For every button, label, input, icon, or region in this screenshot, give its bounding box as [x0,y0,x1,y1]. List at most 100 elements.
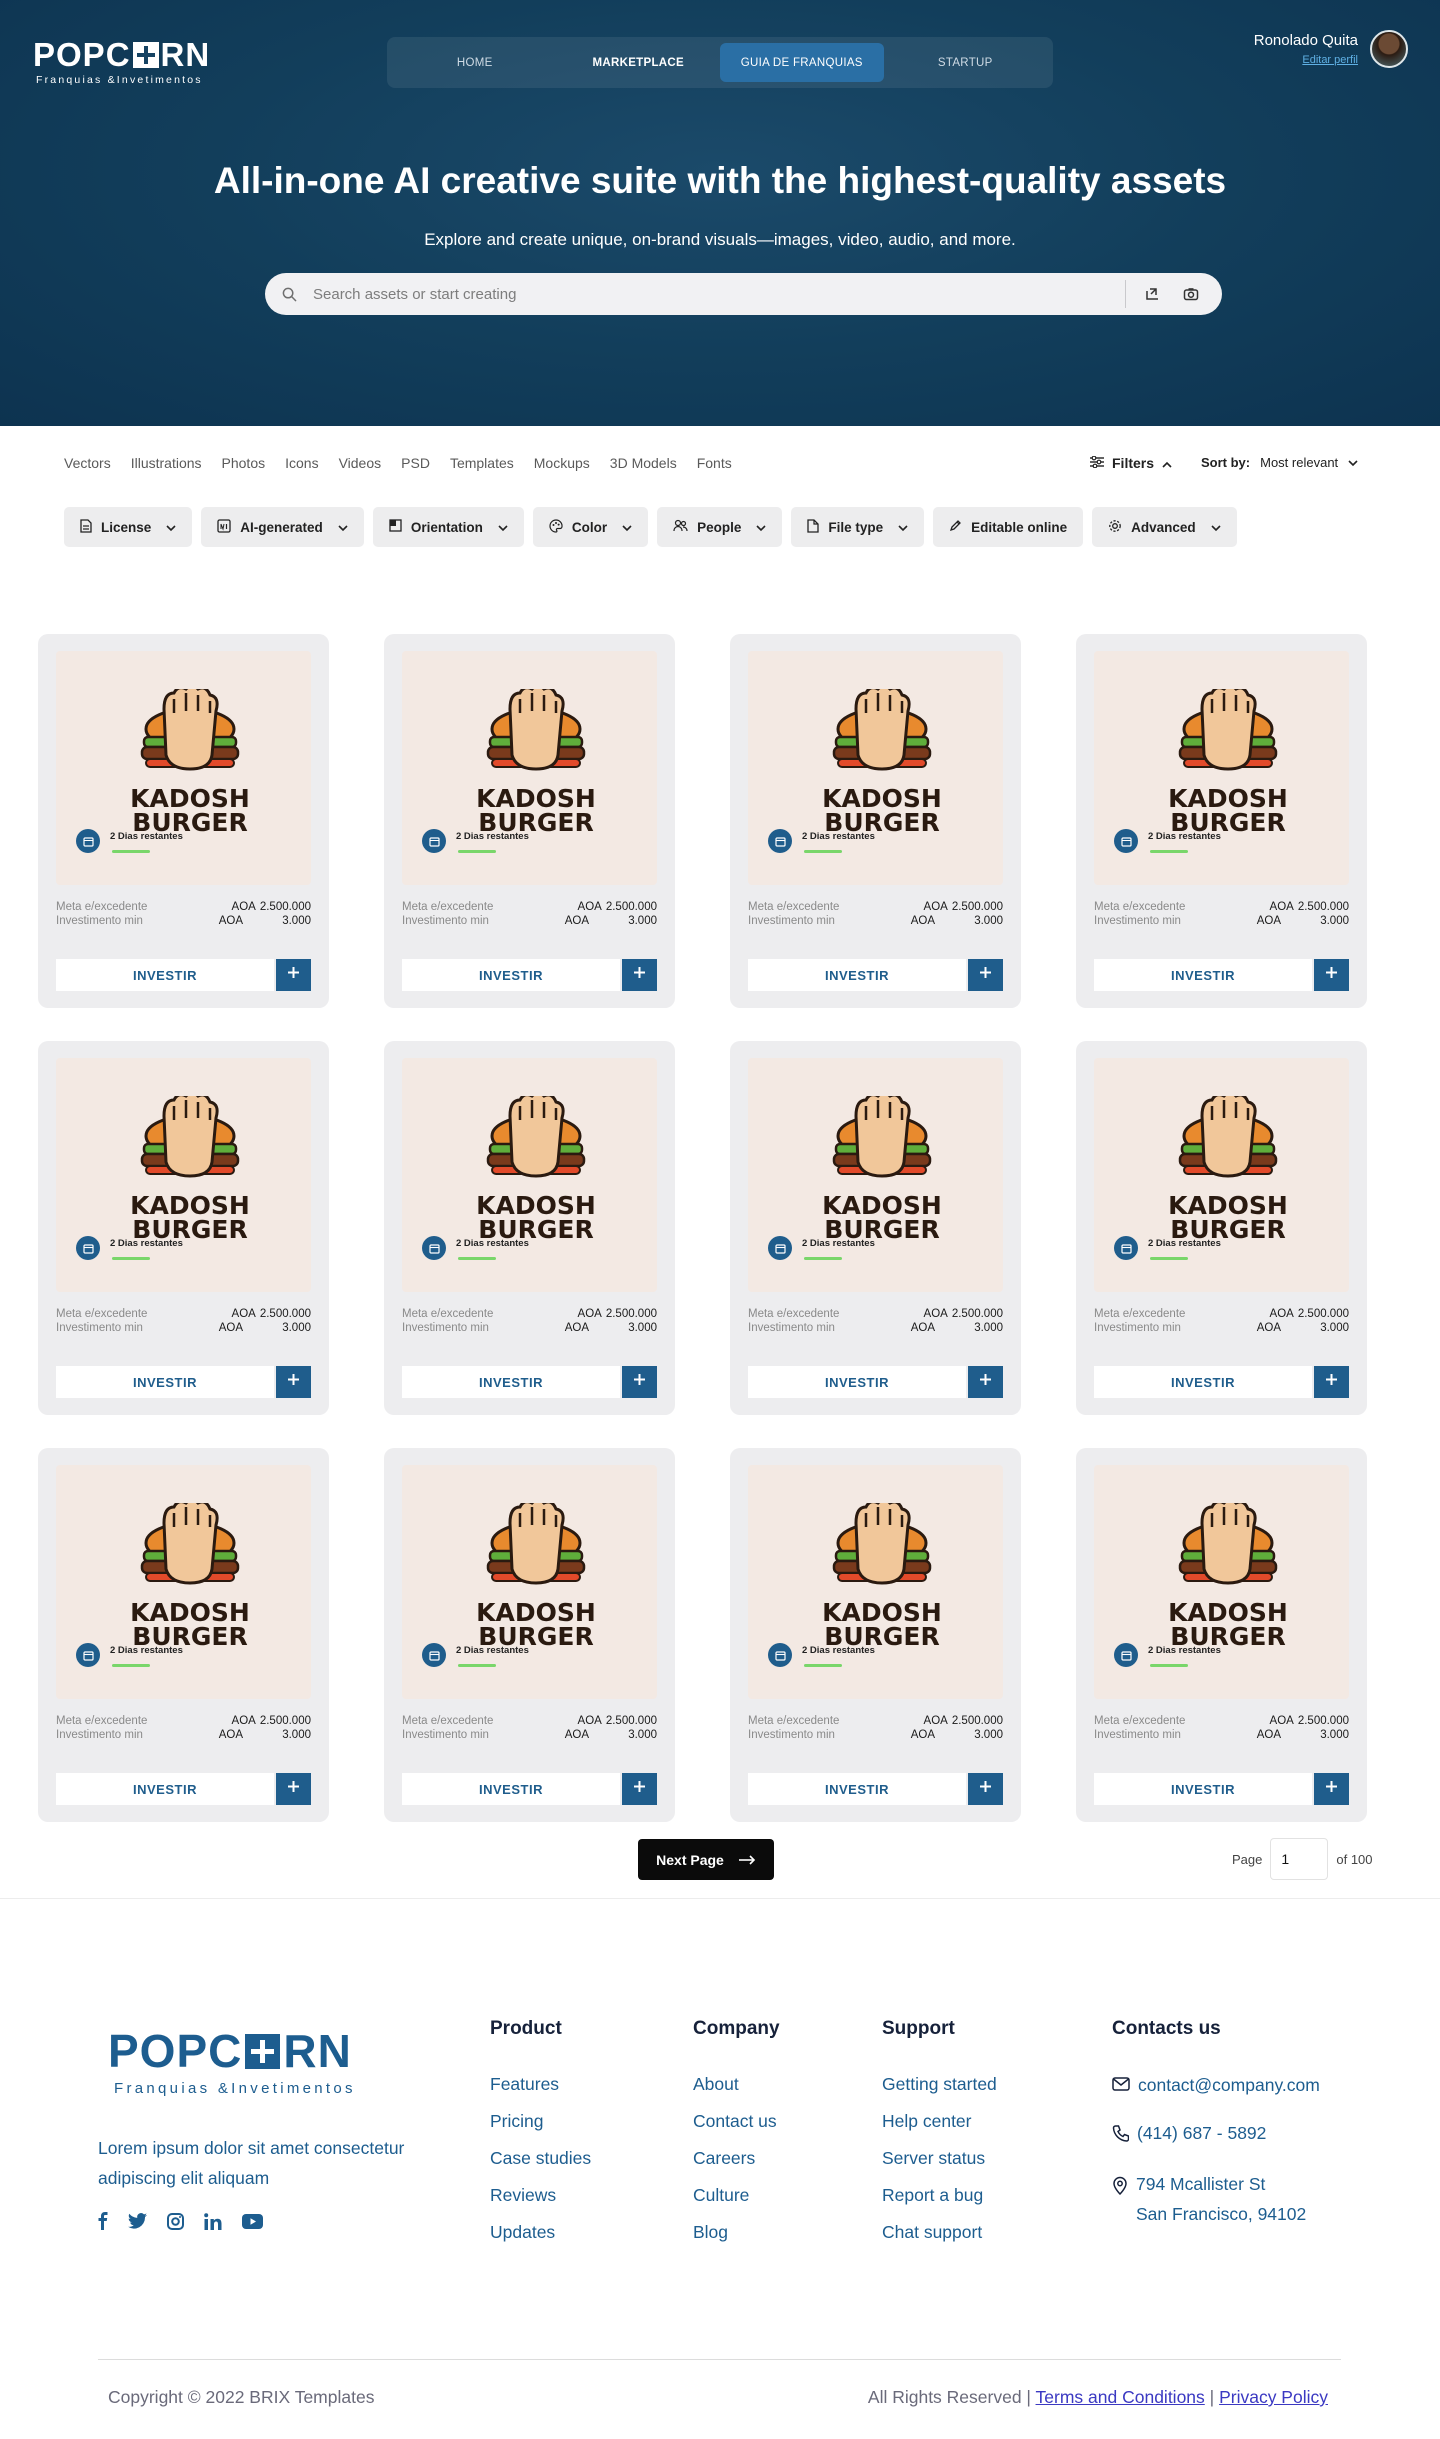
card-thumbnail[interactable]: KADOSH BURGER 2 Dias restantes [748,1058,1003,1292]
chip-ai-generated[interactable]: AI-generated [201,507,364,547]
footer-link-blog[interactable]: Blog [693,2222,780,2243]
chip-editable-online[interactable]: Editable online [933,507,1084,547]
tab-vectors[interactable]: Vectors [64,455,111,471]
invest-button[interactable]: INVESTIR [402,959,620,991]
footer-link-careers[interactable]: Careers [693,2148,780,2169]
card-thumbnail[interactable]: KADOSH BURGER 2 Dias restantes [56,1058,311,1292]
location-pin-icon [1112,2169,1128,2204]
footer-link-updates[interactable]: Updates [490,2222,591,2243]
invest-button[interactable]: INVESTIR [402,1773,620,1805]
youtube-icon[interactable] [242,2213,263,2229]
chip-advanced[interactable]: Advanced [1092,507,1237,547]
instagram-icon[interactable] [167,2212,184,2230]
tab-templates[interactable]: Templates [450,455,514,471]
privacy-link[interactable]: Privacy Policy [1219,2387,1328,2407]
add-button[interactable] [622,1366,657,1398]
footer-link-report-a-bug[interactable]: Report a bug [882,2185,997,2206]
terms-link[interactable]: Terms and Conditions [1036,2387,1205,2407]
footer-link-reviews[interactable]: Reviews [490,2185,591,2206]
invest-button[interactable]: INVESTIR [56,1366,274,1398]
invest-button[interactable]: INVESTIR [1094,1366,1312,1398]
nav-startup[interactable]: STARTUP [884,43,1048,82]
search-input[interactable] [313,285,1125,303]
card-thumbnail[interactable]: KADOSH BURGER 2 Dias restantes [748,1465,1003,1699]
chip-orientation[interactable]: Orientation [372,507,524,547]
card-thumbnail[interactable]: KADOSH BURGER 2 Dias restantes [1094,1465,1349,1699]
add-button[interactable] [276,1773,311,1805]
add-button[interactable] [1314,1366,1349,1398]
logo[interactable]: POPC RN Franquias &Invetimentos [33,38,210,86]
days-remaining: 2 Dias restantes [802,831,875,842]
facebook-icon[interactable] [98,2212,108,2230]
min-currency: AOA [218,915,243,927]
invest-button[interactable]: INVESTIR [56,959,274,991]
chip-file-type[interactable]: File type [791,507,925,547]
add-button[interactable] [1314,959,1349,991]
tab-psd[interactable]: PSD [401,455,430,471]
invest-button[interactable]: INVESTIR [56,1773,274,1805]
invest-button[interactable]: INVESTIR [748,1366,966,1398]
nav-home[interactable]: HOME [393,43,557,82]
add-button[interactable] [622,1773,657,1805]
footer-logo[interactable]: POPC RN Franquias &Invetimentos [108,2028,356,2097]
invest-button[interactable]: INVESTIR [402,1366,620,1398]
camera-icon[interactable] [1172,286,1210,302]
footer-link-about[interactable]: About [693,2074,780,2095]
card-thumbnail[interactable]: KADOSH BURGER 2 Dias restantes [402,1058,657,1292]
tab-fonts[interactable]: Fonts [697,455,732,471]
footer-link-help-center[interactable]: Help center [882,2111,997,2132]
contact-phone[interactable]: (414) 687 - 5892 [1112,2118,1320,2151]
chip-license[interactable]: License [64,507,193,547]
tab-videos[interactable]: Videos [339,455,382,471]
invest-button[interactable]: INVESTIR [748,1773,966,1805]
footer-link-culture[interactable]: Culture [693,2185,780,2206]
add-button[interactable] [276,959,311,991]
card-thumbnail[interactable]: KADOSH BURGER 2 Dias restantes [1094,1058,1349,1292]
footer-link-features[interactable]: Features [490,2074,591,2095]
avatar[interactable] [1370,30,1408,68]
invest-button[interactable]: INVESTIR [1094,1773,1312,1805]
tab-3d-models[interactable]: 3D Models [610,455,677,471]
chip-color[interactable]: Color [532,507,649,547]
page-number-input[interactable] [1270,1838,1329,1880]
franchise-card: KADOSH BURGER 2 Dias restantes Meta e/ex… [384,634,675,1008]
chip-people[interactable]: People [657,507,783,547]
add-button[interactable] [276,1366,311,1398]
invest-button[interactable]: INVESTIR [1094,959,1312,991]
add-button[interactable] [968,1366,1003,1398]
burger-fist-logo: KADOSH BURGER [1168,689,1288,837]
card-thumbnail[interactable]: KADOSH BURGER 2 Dias restantes [56,1465,311,1699]
footer-link-pricing[interactable]: Pricing [490,2111,591,2132]
tab-mockups[interactable]: Mockups [534,455,590,471]
nav-guia-de-franquias[interactable]: GUIA DE FRANQUIAS [720,43,884,82]
add-button[interactable] [622,959,657,991]
linkedin-icon[interactable] [204,2212,222,2230]
invest-button[interactable]: INVESTIR [748,959,966,991]
tab-photos[interactable]: Photos [222,455,266,471]
upload-image-icon[interactable] [1134,286,1172,302]
footer-link-chat-support[interactable]: Chat support [882,2222,997,2243]
nav-marketplace[interactable]: MARKETPLACE [557,43,721,82]
card-thumbnail[interactable]: KADOSH BURGER 2 Dias restantes [748,651,1003,885]
card-thumbnail[interactable]: KADOSH BURGER 2 Dias restantes [56,651,311,885]
footer-link-server-status[interactable]: Server status [882,2148,997,2169]
contact-email[interactable]: contact@company.com [1112,2070,1320,2100]
add-button[interactable] [1314,1773,1349,1805]
next-page-button[interactable]: Next Page [638,1839,774,1880]
card-thumbnail[interactable]: KADOSH BURGER 2 Dias restantes [402,1465,657,1699]
days-remaining: 2 Dias restantes [110,1238,183,1249]
card-thumbnail[interactable]: KADOSH BURGER 2 Dias restantes [1094,651,1349,885]
min-investment-value: 3.000 [974,915,1003,927]
footer-link-getting-started[interactable]: Getting started [882,2074,997,2095]
footer-link-case-studies[interactable]: Case studies [490,2148,591,2169]
filters-toggle[interactable]: Filters [1090,455,1172,471]
edit-profile-link[interactable]: Editar perfil [1254,54,1358,66]
add-button[interactable] [968,1773,1003,1805]
twitter-icon[interactable] [128,2213,147,2229]
add-button[interactable] [968,959,1003,991]
footer-link-contact-us[interactable]: Contact us [693,2111,780,2132]
tab-illustrations[interactable]: Illustrations [131,455,202,471]
card-thumbnail[interactable]: KADOSH BURGER 2 Dias restantes [402,651,657,885]
tab-icons[interactable]: Icons [285,455,318,471]
sort-select[interactable]: Most relevant [1260,455,1358,470]
